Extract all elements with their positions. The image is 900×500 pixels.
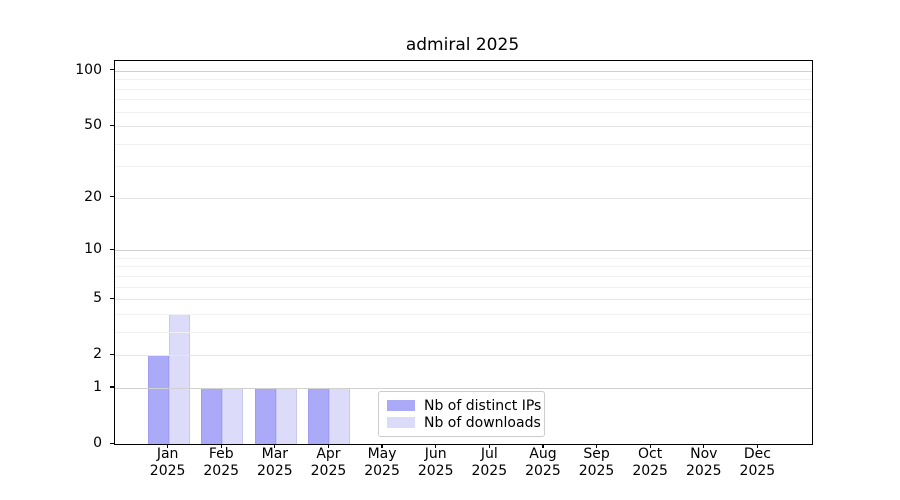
minor-gridline-80 <box>115 89 812 90</box>
download-stats-figure: admiral 2025 0125102050100 Jan2025Feb202… <box>0 0 900 500</box>
minor-gridline-9 <box>115 258 812 259</box>
y-tick-label-2: 2 <box>38 345 102 363</box>
y-tick-label-10: 10 <box>38 240 102 258</box>
legend-item-downloads: Nb of downloads <box>387 415 538 431</box>
chart-title: admiral 2025 <box>114 35 811 55</box>
mid-gridline-2 <box>115 355 812 356</box>
y-tick-mark-0 <box>110 443 114 444</box>
major-gridline-10 <box>115 250 812 251</box>
legend-label: Nb of distinct IPs <box>424 398 541 414</box>
minor-gridline-70 <box>115 99 812 100</box>
minor-gridline-3 <box>115 332 812 333</box>
mid-gridline-20 <box>115 198 812 199</box>
y-tick-mark-2 <box>110 354 114 355</box>
y-tick-label-50: 50 <box>38 116 102 134</box>
minor-gridline-7 <box>115 276 812 277</box>
mid-gridline-50 <box>115 126 812 127</box>
bar-apr-downloads <box>329 388 350 444</box>
bar-jan-distinct-ips <box>148 355 169 444</box>
minor-gridline-60 <box>115 112 812 113</box>
y-tick-mark-10 <box>110 249 114 250</box>
y-tick-label-1: 1 <box>38 378 102 396</box>
bar-mar-downloads <box>276 388 297 444</box>
legend-swatch-icon <box>387 417 415 428</box>
minor-gridline-90 <box>115 79 812 80</box>
bar-jan-downloads <box>169 314 190 444</box>
bar-feb-downloads <box>222 388 243 444</box>
mid-gridline-5 <box>115 299 812 300</box>
y-tick-mark-50 <box>110 125 114 126</box>
y-tick-label-0: 0 <box>38 434 102 452</box>
plot-area <box>114 60 813 445</box>
legend: Nb of distinct IPsNb of downloads <box>378 391 545 437</box>
y-tick-label-100: 100 <box>38 61 102 79</box>
minor-gridline-30 <box>115 166 812 167</box>
x-tick-label-dec: Dec2025 <box>725 446 789 479</box>
y-tick-mark-1 <box>110 386 114 387</box>
bar-mar-distinct-ips <box>255 388 276 444</box>
minor-gridline-6 <box>115 287 812 288</box>
bar-apr-distinct-ips <box>308 388 329 444</box>
major-gridline-1 <box>115 388 812 389</box>
y-tick-label-20: 20 <box>38 188 102 206</box>
month-label: Dec <box>725 446 789 463</box>
major-gridline-100 <box>115 71 812 72</box>
minor-gridline-40 <box>115 144 812 145</box>
minor-gridline-8 <box>115 266 812 267</box>
legend-swatch-icon <box>387 400 415 411</box>
legend-item-distinct-ips: Nb of distinct IPs <box>387 398 538 414</box>
y-tick-label-5: 5 <box>38 289 102 307</box>
minor-gridline-4 <box>115 314 812 315</box>
year-label: 2025 <box>725 463 789 480</box>
legend-label: Nb of downloads <box>424 415 541 431</box>
y-tick-mark-20 <box>110 196 114 197</box>
bar-feb-distinct-ips <box>201 388 222 444</box>
y-tick-mark-5 <box>110 298 114 299</box>
y-tick-mark-100 <box>110 69 114 70</box>
